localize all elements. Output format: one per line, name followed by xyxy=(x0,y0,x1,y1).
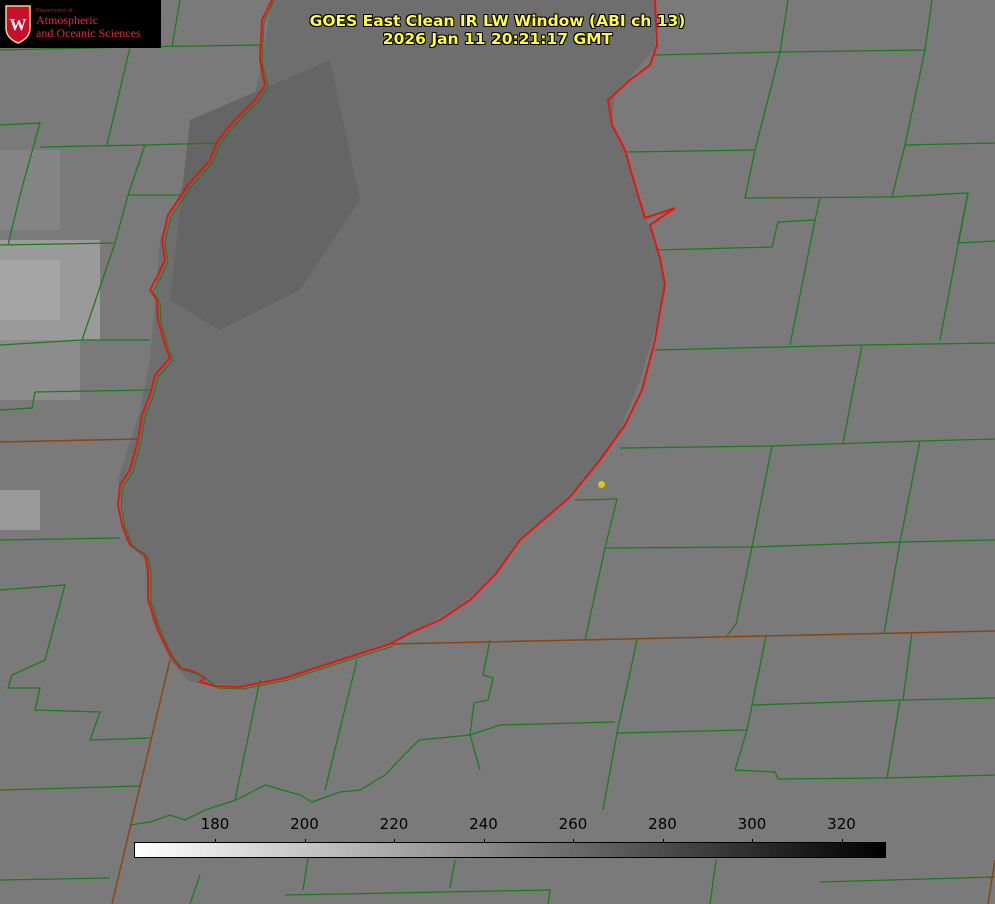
logo-text: Department of Atmospheric and Oceanic Sc… xyxy=(36,8,141,40)
satellite-map xyxy=(0,0,995,904)
logo-line-2: and Oceanic Sciences xyxy=(36,25,141,40)
colorbar-tick-mark xyxy=(215,839,216,843)
location-marker xyxy=(598,481,605,488)
colorbar-tick-label: 300 xyxy=(737,815,767,833)
colorbar-tick-mark xyxy=(841,839,843,843)
colorbar-tick-mark xyxy=(483,839,485,843)
colorbar-tick-mark xyxy=(752,839,753,843)
temperature-colorbar xyxy=(134,842,886,858)
aos-logo: W Department of Atmospheric and Oceanic … xyxy=(0,0,161,48)
crest-letter: W xyxy=(10,15,27,34)
logo-line-1: Atmospheric xyxy=(36,13,98,28)
colorbar-tick-mark xyxy=(304,839,306,843)
colorbar-tick-label: 180 xyxy=(200,815,230,833)
colorbar-tick-label: 200 xyxy=(290,815,319,833)
cloud-patch xyxy=(0,150,60,230)
colorbar-tick-label: 240 xyxy=(469,815,498,833)
colorbar-tick-label: 280 xyxy=(648,815,677,833)
uw-crest-icon: W xyxy=(3,3,33,45)
image-title: GOES East Clean IR LW Window (ABI ch 13)… xyxy=(300,12,695,48)
colorbar-tick-mark xyxy=(394,839,395,843)
colorbar-tick-label: 220 xyxy=(379,815,409,833)
title-line-1: GOES East Clean IR LW Window (ABI ch 13) xyxy=(309,12,686,30)
colorbar-tick-mark xyxy=(662,839,664,843)
title-line-2: 2026 Jan 11 20:21:17 GMT xyxy=(382,30,613,48)
colorbar-tick-label: 320 xyxy=(827,815,856,833)
cloud-patch xyxy=(0,490,40,530)
colorbar-tick-label: 260 xyxy=(558,815,588,833)
cloud-patch xyxy=(0,260,60,320)
colorbar-tick-mark xyxy=(573,839,574,843)
